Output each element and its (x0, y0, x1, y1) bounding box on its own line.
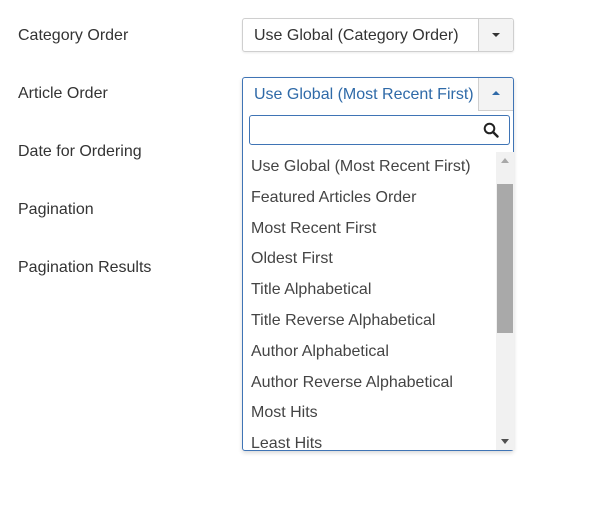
article-order-search[interactable] (249, 115, 510, 145)
dropdown-option[interactable]: Use Global (Most Recent First) (243, 152, 495, 183)
scrollbar-thumb[interactable] (497, 184, 513, 333)
label-pagination: Pagination (18, 201, 94, 218)
search-icon (483, 122, 499, 138)
dropdown-option[interactable]: Title Alphabetical (243, 275, 495, 306)
dropdown-option[interactable]: Least Hits (243, 429, 495, 450)
dropdown-option[interactable]: Title Reverse Alphabetical (243, 306, 495, 337)
options-list: Use Global (Most Recent First) Featured A… (243, 152, 495, 450)
scrollbar[interactable] (496, 152, 514, 450)
chevron-up-icon (492, 91, 500, 95)
search-input[interactable] (256, 117, 480, 145)
category-order-select[interactable]: Use Global (Category Order) (242, 18, 514, 52)
article-order-value: Use Global (Most Recent First) (254, 86, 474, 103)
article-order-select[interactable]: Use Global (Most Recent First) Use Globa… (242, 77, 514, 451)
label-article-order: Article Order (18, 85, 108, 102)
dropdown-option[interactable]: Oldest First (243, 244, 495, 275)
label-category-order: Category Order (18, 27, 129, 44)
label-pagination-results: Pagination Results (18, 259, 152, 276)
scroll-down-arrow-icon[interactable] (501, 439, 509, 444)
dropdown-option[interactable]: Featured Articles Order (243, 183, 495, 214)
category-order-value: Use Global (Category Order) (254, 27, 459, 44)
label-date-for-ordering: Date for Ordering (18, 143, 142, 160)
dropdown-option[interactable]: Most Recent First (243, 214, 495, 245)
category-order-toggle[interactable] (478, 19, 513, 51)
dropdown-option[interactable]: Most Hits (243, 398, 495, 429)
chevron-down-icon (492, 33, 500, 37)
article-order-toggle[interactable] (478, 78, 513, 111)
dropdown-option[interactable]: Author Reverse Alphabetical (243, 368, 495, 399)
dropdown-option[interactable]: Author Alphabetical (243, 337, 495, 368)
scroll-up-arrow-icon[interactable] (501, 158, 509, 163)
